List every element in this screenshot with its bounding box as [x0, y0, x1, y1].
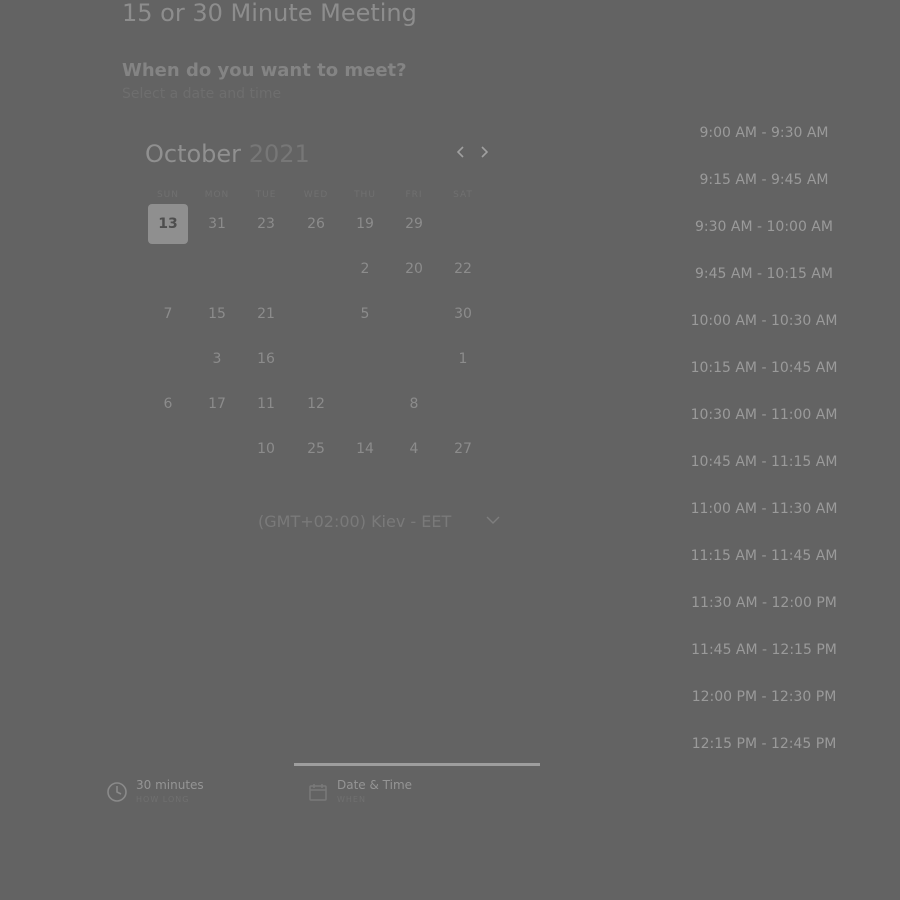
prev-month-button[interactable] [451, 140, 471, 168]
chevron-right-icon [481, 146, 489, 158]
calendar-day[interactable]: 21 [246, 294, 286, 334]
weekday-thu: THU [354, 190, 376, 200]
weekday-fri: FRI [405, 190, 423, 200]
calendar-day[interactable]: 30 [443, 294, 483, 334]
time-slot[interactable]: 10:00 AM - 10:30 AM [680, 306, 848, 336]
calendar-day[interactable]: 11 [246, 384, 286, 424]
calendar-day[interactable]: 29 [394, 204, 434, 244]
calendar-day[interactable]: 19 [345, 204, 385, 244]
calendar-day[interactable]: 10 [246, 429, 286, 469]
time-slot[interactable]: 10:30 AM - 11:00 AM [680, 400, 848, 430]
next-month-button[interactable] [474, 140, 494, 168]
weekday-wed: WED [303, 190, 329, 200]
time-slot[interactable]: 11:45 AM - 12:15 PM [680, 635, 848, 665]
time-slot[interactable]: 11:00 AM - 11:30 AM [680, 494, 848, 524]
time-slot[interactable]: 9:45 AM - 10:15 AM [680, 259, 848, 289]
calendar-day[interactable]: 25 [296, 429, 336, 469]
calendar-day[interactable]: 22 [443, 249, 483, 289]
time-slot[interactable]: 9:15 AM - 9:45 AM [680, 165, 848, 195]
calendar-day[interactable]: 31 [197, 204, 237, 244]
month-header: October 2021 [145, 140, 310, 168]
time-slot[interactable]: 12:15 PM - 12:45 PM [680, 729, 848, 759]
time-slot[interactable]: 10:45 AM - 11:15 AM [680, 447, 848, 477]
time-slot[interactable]: 11:15 AM - 11:45 AM [680, 541, 848, 571]
weekday-sun: SUN [156, 190, 180, 200]
step-duration-label: 30 minutes [136, 778, 204, 792]
calendar-day[interactable]: 1 [443, 339, 483, 379]
calendar-day[interactable]: 8 [394, 384, 434, 424]
calendar-day[interactable]: 23 [246, 204, 286, 244]
calendar-day[interactable]: 5 [345, 294, 385, 334]
time-slot[interactable]: 10:15 AM - 10:45 AM [680, 353, 848, 383]
weekday-mon: MON [204, 190, 230, 200]
page-title: 15 or 30 Minute Meeting [122, 0, 417, 27]
weekday-tue: TUE [255, 190, 277, 200]
calendar-day[interactable]: 27 [443, 429, 483, 469]
timezone-select[interactable]: (GMT+02:00) Kiev - EET [258, 512, 503, 534]
timezone-label: (GMT+02:00) Kiev - EET [258, 512, 452, 531]
meeting-question: When do you want to meet? [122, 60, 407, 81]
chevron-down-icon [486, 516, 500, 524]
page-subtitle: Select a date and time [122, 86, 282, 102]
active-step-indicator [294, 763, 540, 766]
calendar-icon [309, 784, 327, 801]
weekday-sat: SAT [453, 190, 473, 200]
time-slot[interactable]: 12:00 PM - 12:30 PM [680, 682, 848, 712]
calendar-day[interactable]: 20 [394, 249, 434, 289]
calendar-day[interactable]: 2 [345, 249, 385, 289]
calendar-day[interactable]: 17 [197, 384, 237, 424]
year-name: 2021 [248, 140, 310, 168]
time-slot[interactable]: 11:30 AM - 12:00 PM [680, 588, 848, 618]
step-date-time-label: Date & Time [337, 778, 413, 792]
chevron-left-icon [456, 146, 464, 158]
step-date-time-sublabel: WHEN [337, 795, 366, 804]
month-name: October [145, 140, 242, 168]
calendar-day[interactable]: 16 [246, 339, 286, 379]
calendar-day[interactable]: 7 [148, 294, 188, 334]
time-slot[interactable]: 9:00 AM - 9:30 AM [680, 118, 848, 148]
calendar-day[interactable]: 15 [197, 294, 237, 334]
time-slot[interactable]: 9:30 AM - 10:00 AM [680, 212, 848, 242]
calendar-day[interactable]: 6 [148, 384, 188, 424]
calendar-day[interactable]: 3 [197, 339, 237, 379]
calendar-day[interactable]: 26 [296, 204, 336, 244]
calendar-day[interactable]: 4 [394, 429, 434, 469]
step-duration-sublabel: HOW LONG [136, 795, 190, 804]
clock-icon [107, 782, 127, 802]
calendar-day[interactable]: 14 [345, 429, 385, 469]
calendar-day[interactable]: 12 [296, 384, 336, 424]
calendar-day-selected[interactable]: 13 [148, 204, 188, 244]
